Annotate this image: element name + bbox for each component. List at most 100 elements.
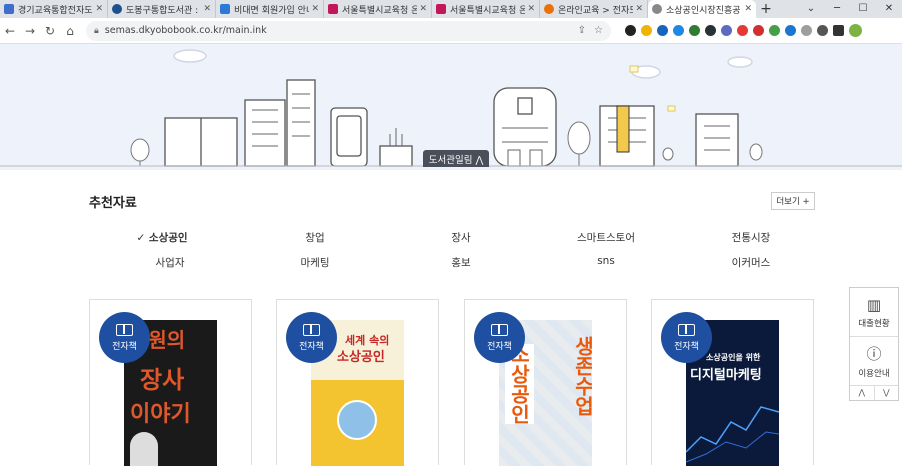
new-tab-button[interactable]: + bbox=[756, 0, 776, 18]
ebook-badge: 전자책 bbox=[474, 312, 525, 363]
close-icon[interactable]: ✕ bbox=[95, 4, 103, 14]
loan-status-button[interactable]: ▥ 대출현황 bbox=[850, 288, 898, 337]
hero-illustration: 도서관일림 ⋀ bbox=[0, 44, 902, 170]
puzzle-icon[interactable] bbox=[817, 25, 828, 36]
book-card[interactable]: 종원의 장사 이야기 전자책 bbox=[89, 299, 252, 466]
book-card[interactable]: 생존수업 소상공인 전자책 bbox=[464, 299, 627, 466]
library-alarm-toggle[interactable]: 도서관일림 ⋀ bbox=[423, 150, 489, 167]
close-icon[interactable]: ✕ bbox=[419, 4, 427, 14]
minimize-icon[interactable]: ─ bbox=[824, 0, 850, 18]
extension-icon[interactable] bbox=[785, 25, 796, 36]
tab-favicon-icon bbox=[112, 4, 122, 14]
lock-icon[interactable]: 🔒︎ bbox=[94, 26, 99, 36]
tab-favicon-icon bbox=[4, 4, 14, 14]
cover-title-line: 장사 bbox=[140, 366, 185, 394]
close-icon[interactable]: ✕ bbox=[744, 4, 752, 14]
tab-title: 서울특별시교육청 온 bbox=[342, 5, 418, 16]
tab-title: 비대면 회원가입 안내 bbox=[234, 5, 310, 16]
reload-icon[interactable]: ↻ bbox=[40, 24, 60, 38]
tab-search-icon[interactable]: ⌄ bbox=[798, 0, 824, 18]
extension-icon[interactable] bbox=[641, 25, 652, 36]
extension-icon[interactable] bbox=[657, 25, 668, 36]
extension-icon[interactable] bbox=[673, 25, 684, 36]
book-icon bbox=[678, 323, 695, 336]
book-card[interactable]: 소상공인을 위한 디지털마케팅 전자책 bbox=[651, 299, 814, 466]
back-icon[interactable]: ← bbox=[0, 24, 20, 38]
tab-favicon-icon bbox=[328, 4, 338, 14]
extension-icon[interactable] bbox=[737, 25, 748, 36]
close-icon[interactable]: ✕ bbox=[635, 4, 643, 14]
browser-tab[interactable]: 경기교육통합전자도 ✕ bbox=[0, 0, 108, 18]
bar-chart-icon: ▥ bbox=[866, 295, 882, 314]
usage-guide-button[interactable]: ⓘ 이용안내 bbox=[850, 337, 898, 386]
book-card[interactable]: 세계 속의 소상공인 전자책 bbox=[276, 299, 439, 466]
book-icon bbox=[303, 323, 320, 336]
url-text[interactable]: semas.dkyobobook.co.kr/main.ink bbox=[105, 25, 570, 36]
cover-title-line: 소상공인을 위한 bbox=[706, 353, 761, 362]
window-controls: ⌄ ─ ☐ ✕ bbox=[798, 0, 902, 18]
maximize-icon[interactable]: ☐ bbox=[850, 0, 876, 18]
book-icon bbox=[116, 323, 133, 336]
category-marketing[interactable]: 마케팅 bbox=[301, 255, 330, 270]
category-small-business[interactable]: ✓ 소상공인 bbox=[136, 230, 187, 245]
browser-tab[interactable]: 온라인교육 > 전자도 ✕ bbox=[540, 0, 648, 18]
forward-icon[interactable]: → bbox=[20, 24, 40, 38]
category-promotion[interactable]: 홍보 bbox=[451, 255, 470, 270]
quick-menu-label: 이용안내 bbox=[858, 369, 890, 379]
tab-title: 소상공인시장진흥공 bbox=[666, 5, 741, 16]
cover-title-line: 이야기 bbox=[130, 402, 191, 427]
category-business-owner[interactable]: 사업자 bbox=[156, 255, 185, 270]
profile-avatar[interactable] bbox=[849, 24, 862, 37]
close-icon[interactable]: ✕ bbox=[311, 4, 319, 14]
address-bar[interactable]: 🔒︎ semas.dkyobobook.co.kr/main.ink ⇪ ☆ bbox=[86, 20, 611, 41]
tab-favicon-icon bbox=[220, 4, 230, 14]
ebook-badge-label: 전자책 bbox=[487, 341, 512, 352]
extension-icon[interactable] bbox=[721, 25, 732, 36]
extension-icon[interactable] bbox=[769, 25, 780, 36]
tab-title: 도봉구통합도서관 : bbox=[126, 5, 199, 16]
bookmark-star-icon[interactable]: ☆ bbox=[594, 25, 603, 36]
author-photo bbox=[130, 432, 158, 466]
browser-tab[interactable]: 도봉구통합도서관 : ✕ bbox=[108, 0, 216, 18]
tab-title: 온라인교육 > 전자도 bbox=[558, 5, 634, 16]
extension-icon[interactable] bbox=[753, 25, 764, 36]
category-ecommerce[interactable]: 이커머스 bbox=[732, 255, 771, 270]
category-smart-store[interactable]: 스마트스토어 bbox=[577, 230, 635, 245]
extension-icon[interactable] bbox=[625, 25, 636, 36]
quick-menu-label: 대출현황 bbox=[858, 318, 890, 329]
category-trade[interactable]: 장사 bbox=[451, 230, 470, 245]
globe-icon bbox=[652, 4, 662, 14]
window-close-icon[interactable]: ✕ bbox=[876, 0, 902, 18]
ebook-badge-label: 전자책 bbox=[674, 341, 699, 352]
close-icon[interactable]: ✕ bbox=[203, 4, 211, 14]
browser-tab[interactable]: 서울특별시교육청 온 ✕ bbox=[432, 0, 540, 18]
share-icon[interactable]: ⇪ bbox=[578, 25, 586, 36]
browser-tab-active[interactable]: 소상공인시장진흥공 ✕ bbox=[648, 0, 756, 18]
category-startup[interactable]: 창업 bbox=[305, 230, 324, 245]
category-traditional-market[interactable]: 전통시장 bbox=[732, 230, 771, 245]
section-title: 추천자료 bbox=[89, 196, 137, 211]
book-icon bbox=[491, 323, 508, 336]
more-button[interactable]: 더보기 + bbox=[771, 192, 815, 210]
close-icon[interactable]: ✕ bbox=[527, 4, 535, 14]
tab-title: 경기교육통합전자도 bbox=[18, 5, 93, 16]
browser-tab[interactable]: 비대면 회원가입 안내 ✕ bbox=[216, 0, 324, 18]
ebook-badge-label: 전자책 bbox=[112, 341, 137, 352]
cover-title-line: 생존수업 bbox=[571, 336, 592, 416]
category-sns[interactable]: sns bbox=[597, 255, 615, 267]
ebook-badge: 전자책 bbox=[286, 312, 337, 363]
tab-title: 서울특별시교육청 온 bbox=[450, 5, 526, 16]
tab-favicon-icon bbox=[544, 4, 554, 14]
extension-icon[interactable] bbox=[801, 25, 812, 36]
cover-title-line: 디지털마케팅 bbox=[690, 368, 762, 383]
home-icon[interactable]: ⌂ bbox=[60, 24, 80, 38]
extension-icon[interactable] bbox=[689, 25, 700, 36]
cover-graph-artwork bbox=[686, 406, 779, 463]
browser-tab[interactable]: 서울특별시교육청 온 ✕ bbox=[324, 0, 432, 18]
tab-favicon-icon bbox=[436, 4, 446, 14]
scroll-down-button[interactable]: ⋁ bbox=[875, 386, 899, 400]
extension-icon[interactable] bbox=[705, 25, 716, 36]
browser-tab-bar: 경기교육통합전자도 ✕ 도봉구통합도서관 : ✕ 비대면 회원가입 안내 ✕ 서울특별… bbox=[0, 0, 902, 18]
scroll-up-button[interactable]: ⋀ bbox=[850, 386, 875, 400]
sidebar-icon[interactable] bbox=[833, 25, 844, 36]
